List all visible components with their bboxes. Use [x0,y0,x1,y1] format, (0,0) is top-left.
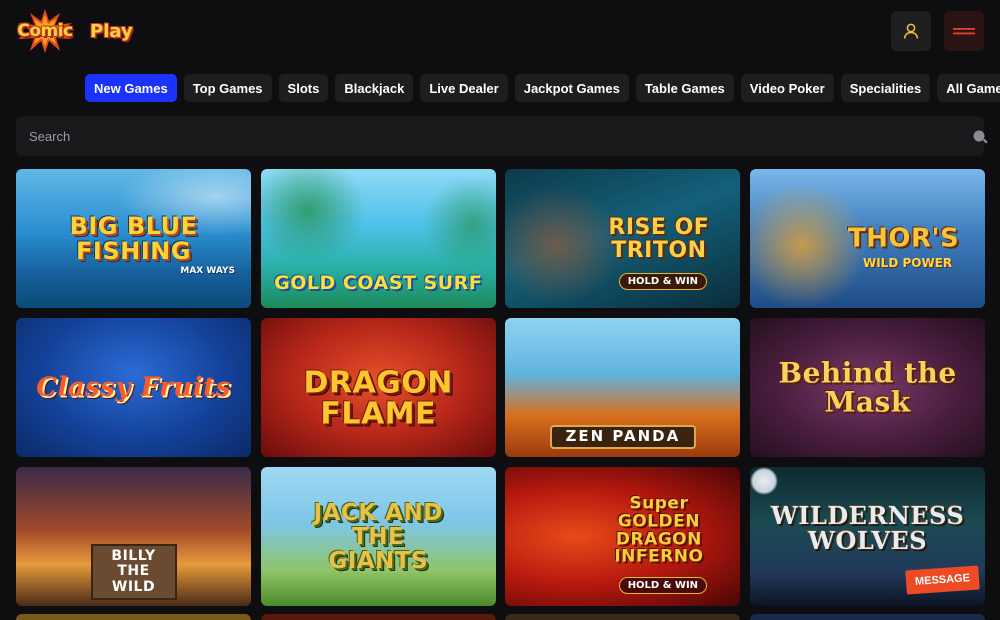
message-badge[interactable]: MESSAGE [905,565,980,595]
game-tile-gold-coast-surf[interactable]: GOLD COAST SURF [260,169,496,308]
game-tile-billy-the-wild[interactable]: BILLY THE WILD [16,467,251,606]
game-title: DRAGON FLAME [303,365,453,432]
game-title: RISE OF TRITON [608,214,710,263]
tile-peek [505,614,741,620]
tab-table-games[interactable]: Table Games [635,74,734,102]
tab-video-poker[interactable]: Video Poker [740,74,834,102]
tab-jackpot-games[interactable]: Jackpot Games [514,74,629,102]
tab-blackjack[interactable]: Blackjack [335,74,414,102]
search-icon[interactable] [972,129,988,145]
game-tile-rise-of-triton[interactable]: RISE OF TRITON HOLD & WIN [505,169,741,308]
tab-specialities[interactable]: Specialities [840,74,931,102]
game-subtitle: HOLD & WIN [585,577,740,594]
next-row-peek [16,614,986,620]
search-input[interactable] [16,116,946,156]
tab-top-games[interactable]: Top Games [183,74,272,102]
game-title: Super GOLDEN DRAGON INFERNO [614,493,704,567]
casino-lobby-page: Comic Play New Games Top Games Slots Bla… [0,0,1000,620]
logo-word-play: Play [90,20,133,42]
tile-peek [260,614,496,620]
game-title: BILLY THE WILD [24,543,243,600]
game-title: ZEN PANDA [513,423,732,449]
logo-word-comic: Comic [17,21,73,41]
game-tile-big-blue-fishing[interactable]: BIG BLUE FISHING MAX WAYS [16,169,251,308]
game-tile-super-golden-dragon-inferno[interactable]: Super GOLDEN DRAGON INFERNO HOLD & WIN [505,467,741,606]
game-title: Classy Fruits [36,371,231,402]
game-title: JACK AND THE GIANTS [313,499,443,574]
game-title-text: ZEN PANDA [549,425,697,449]
logo-burst: Comic [16,9,74,53]
tab-all-games[interactable]: All Games [937,74,1000,102]
game-title: THOR'S [847,222,960,253]
game-tile-jack-and-the-giants[interactable]: JACK AND THE GIANTS [260,467,496,606]
game-tile-wilderness-wolves[interactable]: WILDERNESS WOLVES MESSAGE [750,467,986,606]
game-title: Behind the Mask [778,356,957,419]
tab-live-dealer[interactable]: Live Dealer [420,74,508,102]
tile-peek [16,614,251,620]
game-tile-behind-the-mask[interactable]: Behind the Mask [750,318,986,457]
game-subtitle: MAX WAYS [180,266,235,276]
game-tile-thors-wild-power[interactable]: THOR'S WILD POWER [750,169,986,308]
game-tile-zen-panda[interactable]: ZEN PANDA [505,318,741,457]
hold-and-win-badge: HOLD & WIN [618,273,708,290]
game-subtitle: HOLD & WIN [585,273,740,290]
menu-button[interactable] [944,11,984,51]
category-tabs: New Games Top Games Slots Blackjack Live… [85,74,1000,102]
account-button[interactable] [891,11,931,51]
game-title: BIG BLUE FISHING [69,211,198,265]
hamburger-menu-icon [953,28,975,35]
comic-play-logo[interactable]: Comic Play [16,8,133,54]
tab-slots[interactable]: Slots [278,74,329,102]
tab-new-games[interactable]: New Games [85,74,177,102]
game-title: WILDERNESS WOLVES [770,500,965,556]
game-title: GOLD COAST SURF [274,272,483,295]
tile-peek [750,614,986,620]
hold-and-win-badge: HOLD & WIN [618,577,708,594]
game-subtitle: WILD POWER [862,256,953,270]
search-bar [16,116,988,156]
game-tile-classy-fruits[interactable]: Classy Fruits [16,318,251,457]
user-icon [903,23,919,39]
game-tile-dragon-flame[interactable]: DRAGON FLAME [260,318,496,457]
game-title-text: BILLY THE WILD [90,543,177,600]
game-grid: BIG BLUE FISHING MAX WAYS GOLD COAST SUR… [16,169,986,606]
top-header: Comic Play [0,0,1000,64]
